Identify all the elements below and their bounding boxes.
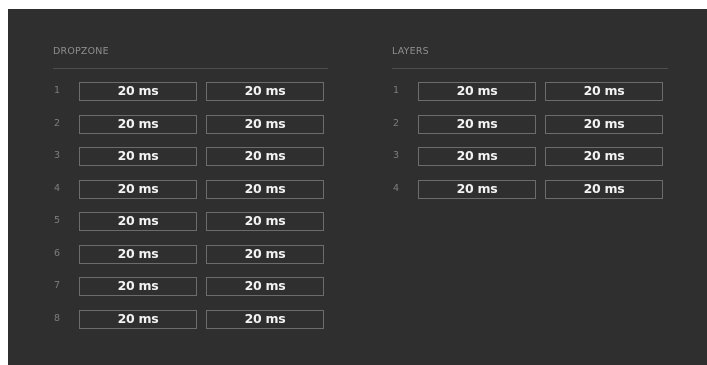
dropzone-row: 8 20 ms 20 ms (53, 309, 328, 343)
dropzone-title: DROPZONE (53, 46, 109, 57)
layers-row: 2 20 ms 20 ms (392, 114, 668, 148)
layers-divider (392, 68, 668, 69)
layers-rows: 1 20 ms 20 ms 2 20 ms 20 ms 3 20 ms 20 m… (392, 82, 668, 212)
dropzone-5-time-field-a[interactable]: 20 ms (79, 212, 197, 231)
dropzone-row: 2 20 ms 20 ms (53, 114, 328, 148)
layers-row: 1 20 ms 20 ms (392, 82, 668, 115)
row-index-label: 1 (54, 85, 61, 96)
dropzone-row: 3 20 ms 20 ms (53, 147, 328, 180)
dropzone-7-time-field-b[interactable]: 20 ms (206, 277, 324, 296)
dropzone-4-time-field-b[interactable]: 20 ms (206, 179, 324, 199)
dropzone-row: 5 20 ms 20 ms (53, 212, 328, 245)
layers-title: LAYERS (392, 46, 429, 57)
layer-1-time-field-a[interactable]: 20 ms (418, 82, 536, 101)
layer-2-time-field-a[interactable]: 20 ms (418, 114, 536, 134)
row-index-label: 4 (393, 182, 400, 194)
dropzone-3-time-field-a[interactable]: 20 ms (79, 147, 197, 166)
dropzone-4-time-field-a[interactable]: 20 ms (79, 179, 197, 199)
layers-row: 3 20 ms 20 ms (392, 147, 668, 180)
settings-panel: DROPZONE 1 20 ms 20 ms 2 20 ms 20 ms 3 2… (8, 9, 707, 365)
row-index-label: 8 (54, 312, 61, 324)
dropzone-row: 4 20 ms 20 ms (53, 179, 328, 213)
layer-4-time-field-b[interactable]: 20 ms (545, 179, 663, 199)
dropzone-divider (53, 68, 328, 69)
row-index-label: 4 (54, 182, 61, 194)
row-index-label: 1 (393, 85, 400, 96)
dropzone-2-time-field-b[interactable]: 20 ms (206, 114, 324, 134)
dropzone-6-time-field-a[interactable]: 20 ms (79, 244, 197, 264)
dropzone-3-time-field-b[interactable]: 20 ms (206, 147, 324, 166)
row-index-label: 6 (54, 247, 61, 259)
dropzone-row: 1 20 ms 20 ms (53, 82, 328, 115)
dropzone-1-time-field-a[interactable]: 20 ms (79, 82, 197, 101)
row-index-label: 2 (393, 117, 400, 129)
dropzone-row: 6 20 ms 20 ms (53, 244, 328, 278)
dropzone-2-time-field-a[interactable]: 20 ms (79, 114, 197, 134)
row-index-label: 3 (393, 150, 400, 161)
row-index-label: 3 (54, 150, 61, 161)
dropzone-8-time-field-b[interactable]: 20 ms (206, 309, 324, 329)
layer-2-time-field-b[interactable]: 20 ms (545, 114, 663, 134)
layer-3-time-field-a[interactable]: 20 ms (418, 147, 536, 166)
dropzone-7-time-field-a[interactable]: 20 ms (79, 277, 197, 296)
dropzone-6-time-field-b[interactable]: 20 ms (206, 244, 324, 264)
dropzone-row: 7 20 ms 20 ms (53, 277, 328, 310)
layers-row: 4 20 ms 20 ms (392, 179, 668, 213)
layer-4-time-field-a[interactable]: 20 ms (418, 179, 536, 199)
row-index-label: 7 (54, 280, 61, 291)
dropzone-1-time-field-b[interactable]: 20 ms (206, 82, 324, 101)
row-index-label: 2 (54, 117, 61, 129)
layer-1-time-field-b[interactable]: 20 ms (545, 82, 663, 101)
row-index-label: 5 (54, 215, 61, 226)
dropzone-rows: 1 20 ms 20 ms 2 20 ms 20 ms 3 20 ms 20 m… (53, 82, 328, 342)
layer-3-time-field-b[interactable]: 20 ms (545, 147, 663, 166)
dropzone-8-time-field-a[interactable]: 20 ms (79, 309, 197, 329)
dropzone-5-time-field-b[interactable]: 20 ms (206, 212, 324, 231)
